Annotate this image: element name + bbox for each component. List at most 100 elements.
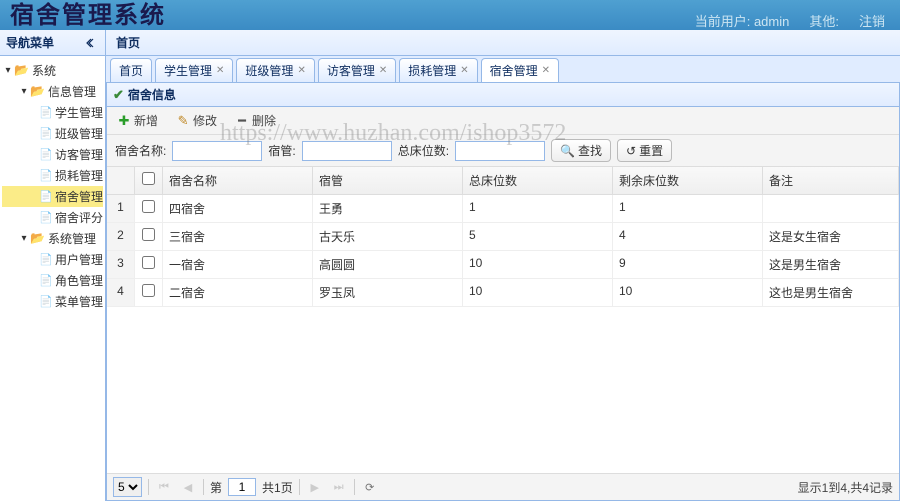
tree-label: 信息管理 — [48, 83, 96, 100]
minus-icon: ━ — [235, 114, 249, 128]
search-bar: 宿舍名称: 宿管: 总床位数: 🔍查找 ↺重置 — [107, 135, 899, 167]
col-name[interactable]: 宿舍名称 — [163, 167, 313, 194]
cell-note: 这是男生宿舍 — [763, 251, 899, 278]
cell-note: 这也是男生宿舍 — [763, 279, 899, 306]
row-checkbox[interactable] — [142, 256, 155, 269]
datagrid-toolbar: ✚新增 ✎修改 ━删除 — [107, 107, 899, 135]
delete-button[interactable]: ━删除 — [230, 110, 281, 131]
plus-icon: ✚ — [117, 114, 131, 128]
tab-损耗管理[interactable]: 损耗管理 ✕ — [399, 58, 477, 82]
current-user-label: 当前用户: admin — [695, 11, 790, 30]
page-current-input[interactable] — [228, 478, 256, 496]
tab-首页[interactable]: 首页 — [110, 58, 152, 82]
page-size-select[interactable]: 5 — [113, 477, 142, 497]
row-checkbox[interactable] — [142, 200, 155, 213]
search-name-label: 宿舍名称: — [115, 142, 166, 159]
sidebar-title: 导航菜单 — [6, 34, 54, 51]
tree-node-班级管理[interactable]: 班级管理 — [2, 123, 103, 144]
tree-node-角色管理[interactable]: 角色管理 — [2, 270, 103, 291]
sidebar-header: 导航菜单 — [0, 30, 105, 56]
cell-total: 5 — [463, 223, 613, 250]
tab-close-icon[interactable]: ✕ — [216, 65, 224, 76]
search-icon: 🔍 — [560, 144, 575, 158]
tree-node-信息管理[interactable]: ▾信息管理 — [2, 81, 103, 102]
col-note[interactable]: 备注 — [763, 167, 899, 194]
first-page-button[interactable]: ⏮ — [155, 478, 173, 496]
datagrid-title: 宿舍信息 — [128, 86, 176, 103]
tree-node-宿舍管理[interactable]: 宿舍管理 — [2, 186, 103, 207]
row-checkbox[interactable] — [142, 228, 155, 241]
folder-icon — [30, 84, 46, 100]
search-reset-button[interactable]: ↺重置 — [617, 139, 672, 162]
search-beds-input[interactable] — [455, 141, 545, 161]
next-page-button[interactable]: ▶ — [306, 478, 324, 496]
cell-name: 二宿舍 — [163, 279, 313, 306]
tab-宿舍管理[interactable]: 宿舍管理✕ — [481, 58, 559, 82]
tab-close-icon[interactable]: ✕ — [379, 65, 387, 76]
col-total[interactable]: 总床位数 — [463, 167, 613, 194]
search-name-input[interactable] — [172, 141, 262, 161]
cell-note — [763, 195, 899, 222]
tab-label: 班级管理 — [245, 62, 293, 79]
collapse-sidebar-button[interactable] — [83, 35, 99, 51]
tree-label: 学生管理 — [55, 104, 103, 121]
tab-班级管理[interactable]: 班级管理 ✕ — [236, 58, 314, 82]
tree-label: 损耗管理 — [55, 167, 103, 184]
refresh-button[interactable]: ⟳ — [361, 478, 379, 496]
select-all-checkbox[interactable] — [142, 172, 155, 185]
folder-icon — [30, 231, 46, 247]
col-rownum — [107, 167, 135, 194]
table-row[interactable]: 1四宿舍王勇11 — [107, 195, 899, 223]
tree-node-系统[interactable]: ▾系统 — [2, 60, 103, 81]
search-keeper-input[interactable] — [302, 141, 392, 161]
row-checkbox-cell[interactable] — [135, 251, 163, 278]
tab-close-icon[interactable]: ✕ — [542, 65, 550, 76]
col-checkbox[interactable] — [135, 167, 163, 194]
grid-body: 1四宿舍王勇112三宿舍古天乐54这是女生宿舍3一宿舍高圆圆109这是男生宿舍4… — [107, 195, 899, 473]
page-icon — [39, 273, 53, 289]
table-row[interactable]: 2三宿舍古天乐54这是女生宿舍 — [107, 223, 899, 251]
row-number: 2 — [107, 223, 135, 250]
page-total-label: 共1页 — [262, 479, 293, 496]
row-number: 4 — [107, 279, 135, 306]
edit-button[interactable]: ✎修改 — [171, 110, 222, 131]
tree-node-用户管理[interactable]: 用户管理 — [2, 249, 103, 270]
prev-page-button[interactable]: ◀ — [179, 478, 197, 496]
row-checkbox-cell[interactable] — [135, 195, 163, 222]
tree-label: 访客管理 — [55, 146, 103, 163]
main-region: 首页 首页学生管理✕班级管理✕访客管理✕损耗管理✕宿舍管理✕ ✔ 宿舍信息 ✚新… — [106, 30, 900, 501]
tree-node-宿舍评分[interactable]: 宿舍评分 — [2, 207, 103, 228]
tree-node-菜单管理[interactable]: 菜单管理 — [2, 291, 103, 312]
col-remain[interactable]: 剩余床位数 — [613, 167, 763, 194]
tree-label: 宿舍评分 — [55, 209, 103, 226]
tab-label: 损耗管理 — [408, 62, 456, 79]
cell-name: 一宿舍 — [163, 251, 313, 278]
table-row[interactable]: 3一宿舍高圆圆109这是男生宿舍 — [107, 251, 899, 279]
last-page-button[interactable]: ⏭ — [330, 478, 348, 496]
check-icon: ✔ — [113, 87, 124, 103]
tree-node-访客管理[interactable]: 访客管理 — [2, 144, 103, 165]
tab-close-icon[interactable]: ✕ — [460, 65, 468, 76]
tree-node-损耗管理[interactable]: 损耗管理 — [2, 165, 103, 186]
tree-node-系统管理[interactable]: ▾系统管理 — [2, 228, 103, 249]
cell-remain: 10 — [613, 279, 763, 306]
tree-node-学生管理[interactable]: 学生管理 — [2, 102, 103, 123]
page-icon — [39, 252, 53, 268]
tab-访客管理[interactable]: 访客管理✕ — [318, 58, 396, 82]
cell-remain: 9 — [613, 251, 763, 278]
tab-label: 学生管理 — [164, 62, 212, 79]
search-find-button[interactable]: 🔍查找 — [551, 139, 611, 162]
tab-学生管理[interactable]: 学生管理 ✕ — [155, 58, 233, 82]
row-checkbox[interactable] — [142, 284, 155, 297]
tab-close-icon[interactable]: ✕ — [297, 65, 305, 76]
row-checkbox-cell[interactable] — [135, 279, 163, 306]
tree-label: 宿舍管理 — [55, 188, 103, 205]
add-button[interactable]: ✚新增 — [112, 110, 163, 131]
table-row[interactable]: 4二宿舍罗玉凤1010这也是男生宿舍 — [107, 279, 899, 307]
logout-link[interactable]: 注销 — [859, 11, 885, 30]
row-checkbox-cell[interactable] — [135, 223, 163, 250]
cell-name: 四宿舍 — [163, 195, 313, 222]
cell-keeper: 罗玉凤 — [313, 279, 463, 306]
col-keeper[interactable]: 宿管 — [313, 167, 463, 194]
row-number: 1 — [107, 195, 135, 222]
